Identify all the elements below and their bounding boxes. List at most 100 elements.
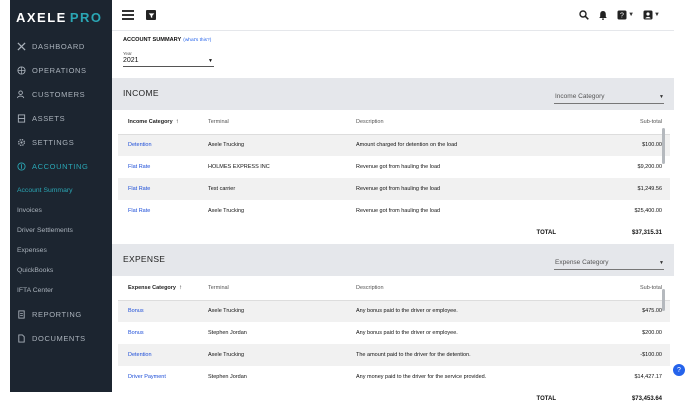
subnav-item-expenses[interactable]: Expenses	[10, 240, 112, 260]
subnav-item-account-summary[interactable]: Account Summary	[10, 180, 112, 200]
subtotal-cell: $9,200.00	[637, 164, 662, 170]
chevron-down-icon: ▼	[654, 12, 660, 18]
money-icon	[16, 161, 26, 171]
search-icon[interactable]	[579, 10, 589, 20]
terminal-header: Terminal	[208, 110, 356, 135]
category-link[interactable]: Flat Rate	[118, 178, 208, 200]
category-link[interactable]: Flat Rate	[118, 156, 208, 178]
table-row[interactable]: Driver Payment Stephen Jordan Any money …	[118, 366, 670, 388]
hamburger-menu-icon[interactable]	[122, 10, 134, 20]
expense-total-value: $73,453.64	[631, 396, 662, 402]
terminal-cell: HOLMES EXPRESS INC	[208, 164, 270, 170]
user-menu[interactable]: ▼	[643, 10, 660, 20]
description-cell: Revenue got from hauling the load	[356, 164, 441, 170]
filter-icon[interactable]	[146, 10, 156, 20]
expense-category-select[interactable]: Expense Category ▼	[554, 259, 664, 270]
table-row[interactable]: Flat Rate HOLMES EXPRESS INC Revenue got…	[118, 156, 670, 178]
sidebar-item-reporting[interactable]: REPORTING	[10, 302, 112, 326]
chevron-down-icon: ▼	[628, 12, 635, 18]
terminal-cell: Stephen Jordan	[208, 330, 247, 336]
terminal-cell: Axele Trucking	[208, 208, 245, 214]
truck-icon	[16, 113, 26, 123]
sidebar-item-label: REPORTING	[32, 309, 82, 319]
subtotal-header: Sub-total	[566, 110, 670, 135]
description-cell: Amount charged for detention on the load	[356, 134, 566, 156]
accounting-subnav: Account Summary Invoices Driver Settleme…	[10, 178, 112, 302]
income-scrollbar[interactable]	[662, 128, 665, 164]
sort-arrow-up-icon[interactable]: ↑	[179, 285, 182, 291]
subtotal-header: Sub-total	[566, 276, 670, 301]
subtotal-cell: $14,427.17	[634, 374, 662, 380]
globe-icon	[16, 65, 26, 75]
subtotal-cell: $100.00	[566, 134, 670, 156]
sidebar-item-documents[interactable]: DOCUMENTS	[10, 326, 112, 350]
sidebar-item-assets[interactable]: ASSETS	[10, 106, 112, 130]
subnav-item-invoices[interactable]: Invoices	[10, 200, 112, 220]
terminal-cell: Axele Trucking	[208, 300, 356, 322]
subtotal-cell: $200.00	[642, 330, 662, 336]
expense-scrollbar[interactable]	[662, 289, 665, 311]
description-header: Description	[356, 110, 566, 135]
category-link[interactable]: Detention	[118, 344, 208, 366]
table-header-row: Income Category ↑ Terminal Description Su…	[118, 110, 670, 135]
income-category-header[interactable]: Income Category ↑	[118, 110, 208, 135]
table-row[interactable]: Detention Axele Trucking The amount paid…	[118, 344, 670, 366]
table-header-row: Expense Category ↑ Terminal Description S…	[118, 276, 670, 301]
description-cell: Any money paid to the driver for the ser…	[356, 374, 487, 380]
income-total-value: $37,315.31	[631, 230, 662, 236]
logo-text: AXELE	[16, 9, 67, 25]
subnav-item-quickbooks[interactable]: QuickBooks	[10, 260, 112, 280]
table-row[interactable]: Flat Rate Axele Trucking Revenue got fro…	[118, 200, 670, 222]
subtotal-cell: $475.00	[566, 300, 670, 322]
expense-title: EXPENSE	[123, 254, 166, 264]
top-bar: ? ▼ ▼	[112, 0, 674, 31]
sidebar-item-accounting[interactable]: ACCOUNTING	[10, 154, 112, 178]
category-link[interactable]: Flat Rate	[118, 200, 208, 222]
category-link[interactable]: Detention	[118, 134, 208, 156]
category-link[interactable]: Bonus	[118, 300, 208, 322]
help-chat-button[interactable]: ?	[673, 364, 685, 376]
report-icon	[16, 309, 26, 319]
expense-category-placeholder: Expense Category	[555, 259, 609, 266]
subtotal-cell: -$100.00	[566, 344, 670, 366]
expense-category-header[interactable]: Expense Category ↑	[118, 276, 208, 301]
income-category-select[interactable]: Income Category ▼	[554, 93, 664, 104]
sort-arrow-up-icon[interactable]: ↑	[176, 119, 179, 125]
description-cell: The amount paid to the driver for the de…	[356, 344, 566, 366]
total-label: TOTAL	[536, 396, 556, 402]
logo-pro-text: PRO	[69, 9, 103, 25]
sidebar-item-customers[interactable]: CUSTOMERS	[10, 82, 112, 106]
sidebar-item-label: SETTINGS	[32, 137, 75, 147]
help-menu[interactable]: ? ▼	[617, 10, 634, 20]
people-icon	[16, 89, 26, 99]
chevron-down-icon: ▼	[659, 259, 664, 266]
table-row[interactable]: Detention Axele Trucking Amount charged …	[118, 134, 670, 156]
sidebar-item-dashboard[interactable]: DASHBOARD	[10, 34, 112, 58]
table-row[interactable]: Bonus Axele Trucking Any bonus paid to t…	[118, 300, 670, 322]
bell-icon[interactable]	[598, 10, 608, 20]
subnav-item-ifta-center[interactable]: IFTA Center	[10, 280, 112, 300]
expense-table: Expense Category ↑ Terminal Description S…	[118, 276, 670, 410]
sidebar-item-label: DASHBOARD	[32, 41, 85, 51]
sidebar-item-operations[interactable]: OPERATIONS	[10, 58, 112, 82]
whats-this-link[interactable]: (what's this?)	[183, 38, 211, 43]
category-link[interactable]: Bonus	[118, 322, 208, 344]
help-icon: ?	[617, 10, 627, 20]
sidebar-item-settings[interactable]: SETTINGS	[10, 130, 112, 154]
income-category-placeholder: Income Category	[555, 93, 605, 100]
description-cell: Revenue got from hauling the load	[356, 178, 566, 200]
sidebar-item-label: OPERATIONS	[32, 65, 87, 75]
subnav-item-driver-settlements[interactable]: Driver Settlements	[10, 220, 112, 240]
terminal-cell: Axele Trucking	[208, 344, 356, 366]
chevron-down-icon: ▼	[659, 93, 664, 100]
table-row[interactable]: Bonus Stephen Jordan Any bonus paid to t…	[118, 322, 670, 344]
page-title-text: ACCOUNT SUMMARY	[123, 37, 182, 43]
document-icon	[16, 333, 26, 343]
terminal-cell: Axele Trucking	[208, 134, 356, 156]
table-row[interactable]: Flat Rate Test carrier Revenue got from …	[118, 178, 670, 200]
main-content: ACCOUNT SUMMARY (what's this?) Year 2021 …	[112, 31, 674, 410]
year-select[interactable]: 2021 ▼	[123, 56, 214, 67]
category-link[interactable]: Driver Payment	[118, 366, 208, 388]
app-logo[interactable]: AXELE PRO	[10, 0, 112, 34]
description-cell: Revenue got from hauling the load	[356, 208, 441, 214]
